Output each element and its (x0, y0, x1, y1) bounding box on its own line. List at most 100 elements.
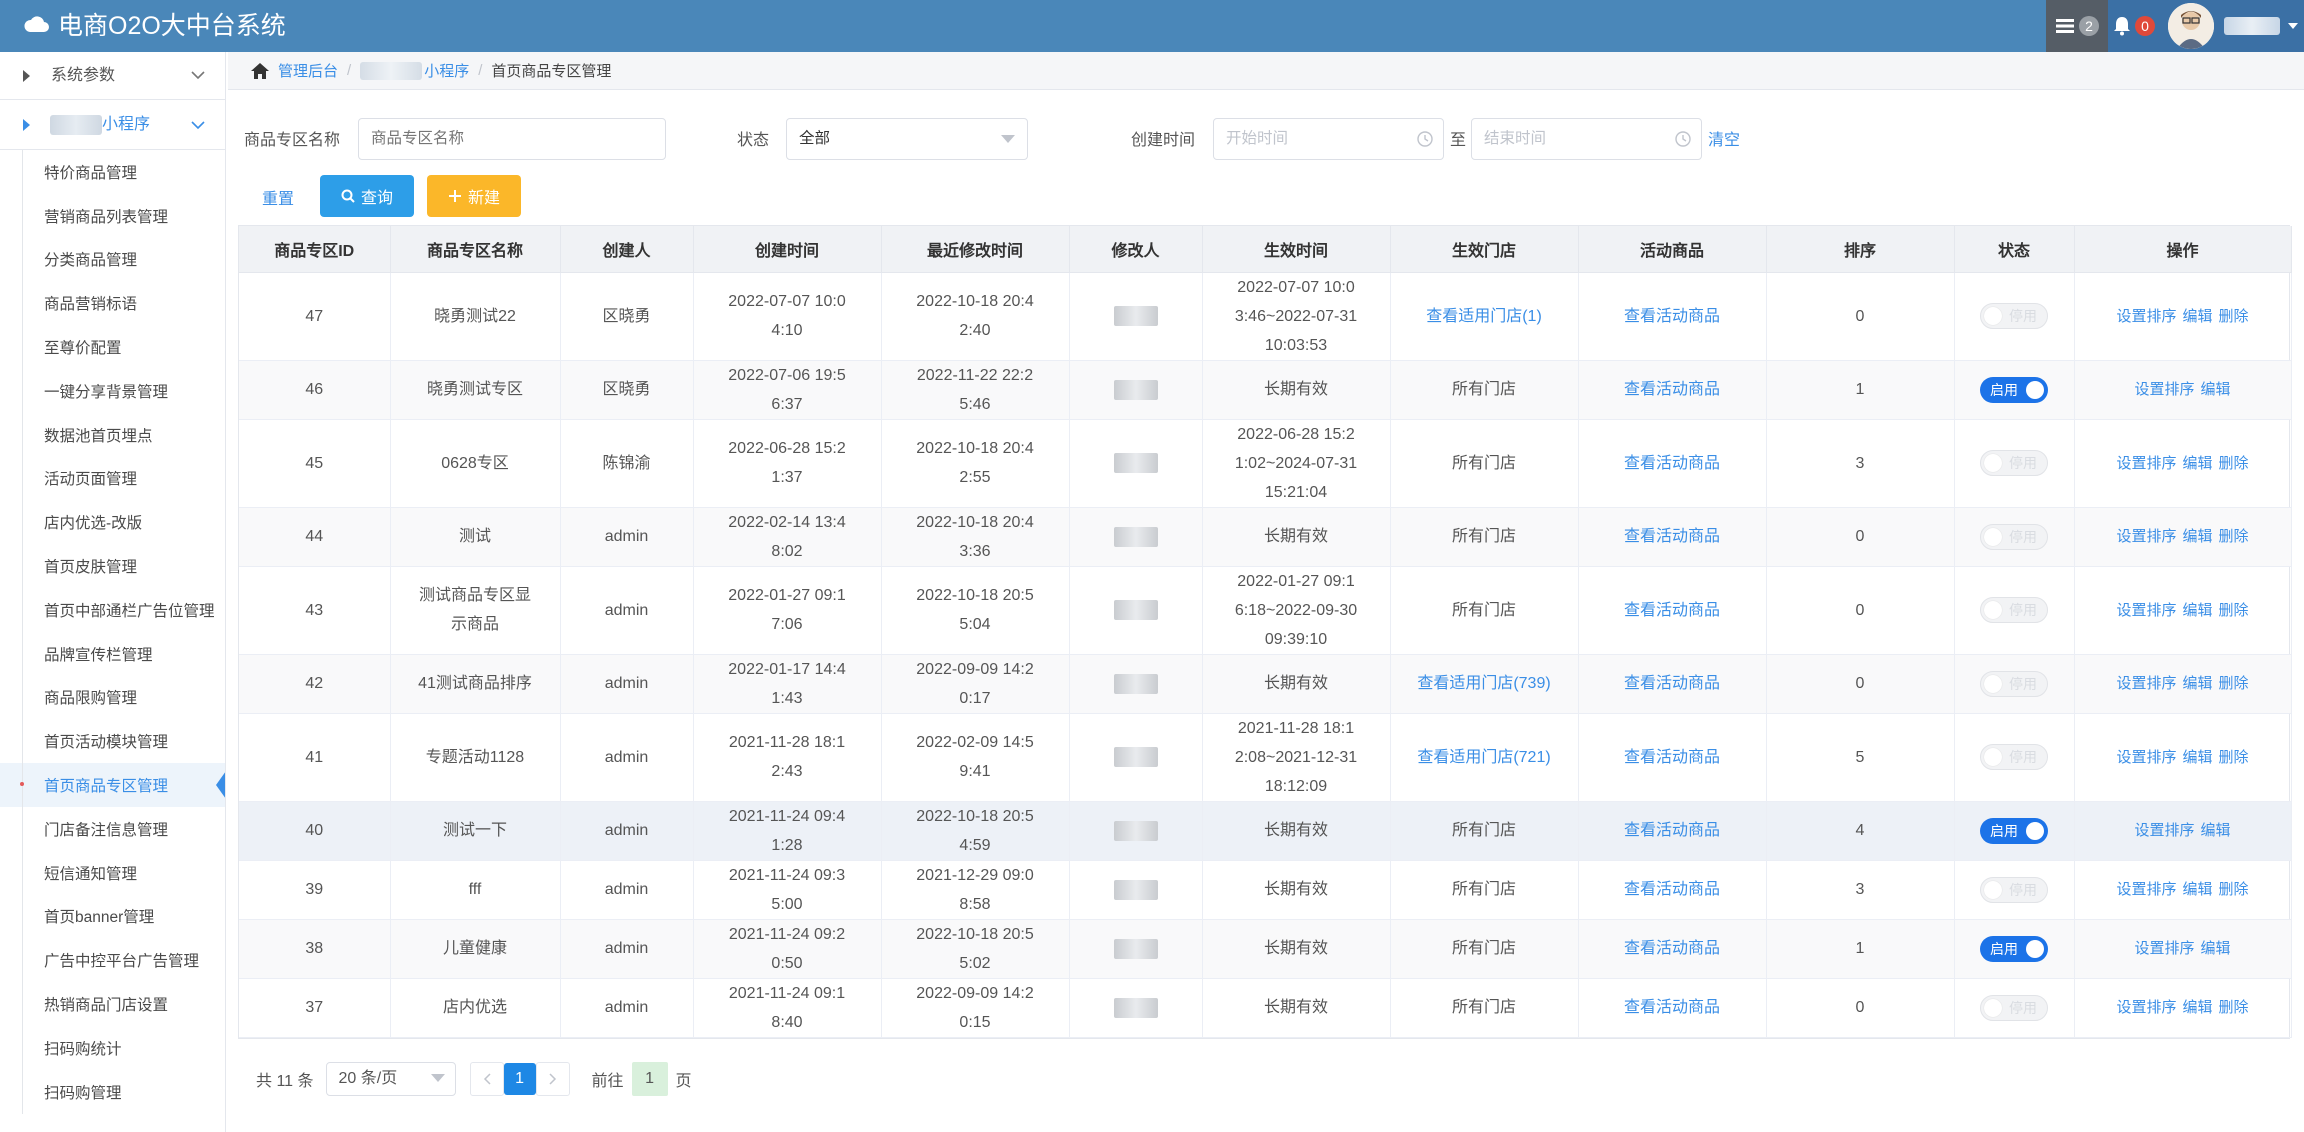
delete-link[interactable]: 删除 (2219, 749, 2249, 766)
status-toggle[interactable]: 停用 (1980, 303, 2048, 330)
view-goods-link[interactable]: 查看活动商品 (1624, 455, 1720, 472)
tasks-button[interactable]: 2 (2046, 0, 2108, 52)
view-goods-link[interactable]: 查看活动商品 (1624, 675, 1720, 692)
sidebar-item[interactable]: 分类商品管理 (0, 237, 225, 282)
set-sort-link[interactable]: 设置排序 (2116, 675, 2176, 692)
sidebar-item[interactable]: 品牌宣传栏管理 (0, 631, 225, 676)
sidebar-item[interactable]: 扫码购管理 (0, 1069, 225, 1114)
edit-link[interactable]: 编辑 (2201, 822, 2231, 839)
status-toggle[interactable]: 停用 (1980, 523, 2048, 550)
sidebar-item[interactable]: 营销商品列表管理 (0, 193, 225, 238)
view-goods-link[interactable]: 查看活动商品 (1624, 749, 1720, 766)
new-button[interactable]: 新建 (427, 175, 521, 217)
set-sort-link[interactable]: 设置排序 (2134, 822, 2194, 839)
delete-link[interactable]: 删除 (2219, 308, 2249, 325)
set-sort-link[interactable]: 设置排序 (2116, 749, 2176, 766)
delete-link[interactable]: 删除 (2219, 881, 2249, 898)
view-goods-link[interactable]: 查看活动商品 (1624, 881, 1720, 898)
store-scope[interactable]: 查看适用门店(1) (1426, 308, 1542, 325)
set-sort-link[interactable]: 设置排序 (2134, 940, 2194, 957)
delete-link[interactable]: 删除 (2219, 455, 2249, 472)
edit-link[interactable]: 编辑 (2182, 881, 2212, 898)
edit-link[interactable]: 编辑 (2182, 455, 2212, 472)
set-sort-link[interactable]: 设置排序 (2116, 999, 2176, 1016)
sidebar-item[interactable]: 首页皮肤管理 (0, 544, 225, 588)
status-select[interactable]: 全部 (786, 118, 1028, 160)
set-sort-link[interactable]: 设置排序 (2116, 881, 2176, 898)
notifications-button[interactable]: 0 (2108, 0, 2160, 52)
sidebar-item[interactable]: 特价商品管理 (0, 150, 225, 194)
view-goods-link[interactable]: 查看活动商品 (1624, 940, 1720, 957)
end-time-input[interactable]: 结束时间 (1471, 118, 1702, 160)
view-goods-link[interactable]: 查看活动商品 (1624, 381, 1720, 398)
app-brand[interactable]: 电商O2O大中台系统 (24, 0, 286, 48)
prev-page-button[interactable] (469, 1062, 504, 1096)
sidebar-item[interactable]: 短信通知管理 (0, 850, 225, 895)
zone-name-cell: 儿童健康 (390, 919, 561, 979)
status-toggle[interactable]: 停用 (1980, 450, 2048, 477)
status-toggle[interactable]: 停用 (1980, 876, 2048, 903)
edit-link[interactable]: 编辑 (2182, 602, 2212, 619)
set-sort-link[interactable]: 设置排序 (2116, 308, 2176, 325)
sidebar-item[interactable]: 扫码购统计 (0, 1025, 225, 1070)
sidebar-item[interactable]: 店内优选-改版 (0, 500, 225, 544)
sidebar-item[interactable]: 至尊价配置 (0, 325, 225, 369)
reset-button[interactable]: 重置 (256, 176, 300, 218)
store-scope[interactable]: 查看适用门店(721) (1417, 749, 1550, 766)
sidebar-group-mini-program[interactable]: 小程序 (0, 100, 225, 150)
delete-link[interactable]: 删除 (2219, 999, 2249, 1016)
status-toggle[interactable]: 启用 (1980, 935, 2048, 962)
view-goods-link[interactable]: 查看活动商品 (1624, 999, 1720, 1016)
view-goods-link[interactable]: 查看活动商品 (1624, 602, 1720, 619)
status-toggle[interactable]: 启用 (1980, 376, 2048, 403)
store-scope[interactable]: 查看适用门店(739) (1417, 675, 1550, 692)
edit-link[interactable]: 编辑 (2182, 675, 2212, 692)
sidebar-item[interactable]: 数据池首页埋点 (0, 412, 225, 457)
store-scope-cell: 所有门店 (1390, 860, 1579, 920)
sidebar-item[interactable]: 活动页面管理 (0, 456, 225, 501)
user-menu[interactable] (2160, 0, 2304, 52)
breadcrumb-home[interactable]: 管理后台 (278, 60, 338, 81)
query-button[interactable]: 查询 (320, 175, 414, 217)
delete-link[interactable]: 删除 (2219, 602, 2249, 619)
goto-page-input[interactable]: 1 (631, 1062, 668, 1096)
sidebar-item[interactable]: 门店备注信息管理 (0, 806, 225, 851)
sidebar-item[interactable]: 首页商品专区管理 (0, 763, 225, 807)
sidebar-item[interactable]: 热销商品门店设置 (0, 982, 225, 1026)
edit-link[interactable]: 编辑 (2182, 749, 2212, 766)
page-size-select[interactable]: 20 条/页 (325, 1062, 456, 1096)
set-sort-link[interactable]: 设置排序 (2134, 381, 2194, 398)
sidebar-item[interactable]: 商品限购管理 (0, 675, 225, 720)
status-toggle[interactable]: 停用 (1980, 994, 2048, 1021)
sidebar-item[interactable]: 首页banner管理 (0, 894, 225, 939)
status-toggle[interactable]: 停用 (1980, 597, 2048, 624)
next-page-button[interactable] (535, 1062, 570, 1096)
sidebar-item[interactable]: 首页中部通栏广告位管理 (0, 587, 225, 632)
edit-link[interactable]: 编辑 (2201, 940, 2231, 957)
page-number-button[interactable]: 1 (503, 1063, 536, 1095)
set-sort-link[interactable]: 设置排序 (2116, 602, 2176, 619)
start-time-input[interactable]: 开始时间 (1213, 118, 1444, 160)
sidebar-group-system[interactable]: 系统参数 (0, 52, 225, 100)
delete-link[interactable]: 删除 (2219, 675, 2249, 692)
status-toggle[interactable]: 停用 (1980, 744, 2048, 771)
view-goods-link[interactable]: 查看活动商品 (1624, 528, 1720, 545)
edit-link[interactable]: 编辑 (2182, 308, 2212, 325)
sidebar-item[interactable]: 商品营销标语 (0, 281, 225, 325)
clear-time-link[interactable]: 清空 (1708, 120, 1740, 162)
set-sort-link[interactable]: 设置排序 (2116, 455, 2176, 472)
breadcrumb-mini[interactable]: 小程序 (424, 60, 469, 81)
edit-link[interactable]: 编辑 (2182, 999, 2212, 1016)
sidebar-item[interactable]: 广告中控平台广告管理 (0, 938, 225, 982)
sidebar-item[interactable]: 一键分享背景管理 (0, 368, 225, 413)
set-sort-link[interactable]: 设置排序 (2116, 528, 2176, 545)
status-toggle[interactable]: 停用 (1980, 670, 2048, 697)
sidebar-item[interactable]: 首页活动模块管理 (0, 719, 225, 763)
status-toggle[interactable]: 启用 (1980, 817, 2048, 844)
view-goods-link[interactable]: 查看活动商品 (1624, 308, 1720, 325)
view-goods-link[interactable]: 查看活动商品 (1624, 822, 1720, 839)
edit-link[interactable]: 编辑 (2201, 381, 2231, 398)
edit-link[interactable]: 编辑 (2182, 528, 2212, 545)
delete-link[interactable]: 删除 (2219, 528, 2249, 545)
zone-name-input[interactable] (358, 118, 666, 160)
